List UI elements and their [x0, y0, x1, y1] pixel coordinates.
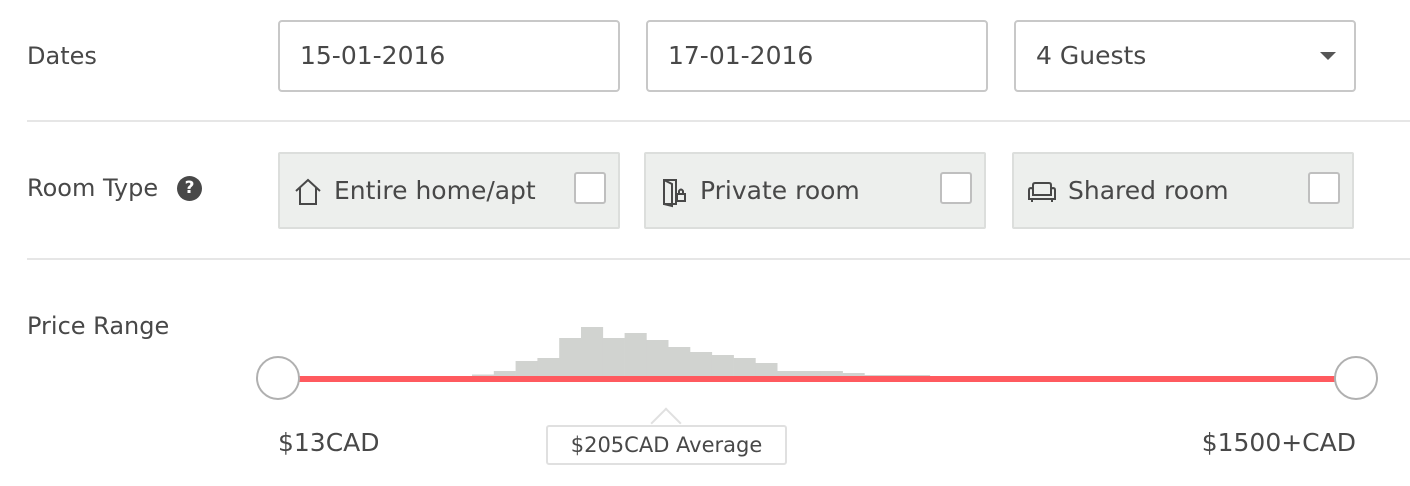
price-max-label: $1500+CAD	[1201, 428, 1356, 457]
histogram-bar	[711, 355, 734, 377]
histogram-bar	[581, 327, 604, 377]
histogram-bar	[733, 358, 756, 377]
histogram-bar	[515, 361, 538, 377]
histogram-bar	[559, 338, 582, 377]
histogram-bar	[646, 340, 669, 377]
average-price-tooltip: $205CAD Average	[546, 425, 787, 465]
price-slider-track[interactable]	[278, 376, 1356, 382]
histogram-bar	[690, 352, 713, 377]
histogram-bar	[624, 333, 647, 377]
histogram-bar	[668, 347, 691, 377]
histogram-bar	[755, 363, 778, 377]
price-slider-min-handle[interactable]	[256, 356, 300, 400]
price-min-label: $13CAD	[278, 428, 380, 457]
price-histogram	[472, 327, 952, 377]
histogram-bar	[602, 338, 625, 377]
histogram-bar	[537, 358, 560, 377]
price-slider-max-handle[interactable]	[1334, 356, 1378, 400]
